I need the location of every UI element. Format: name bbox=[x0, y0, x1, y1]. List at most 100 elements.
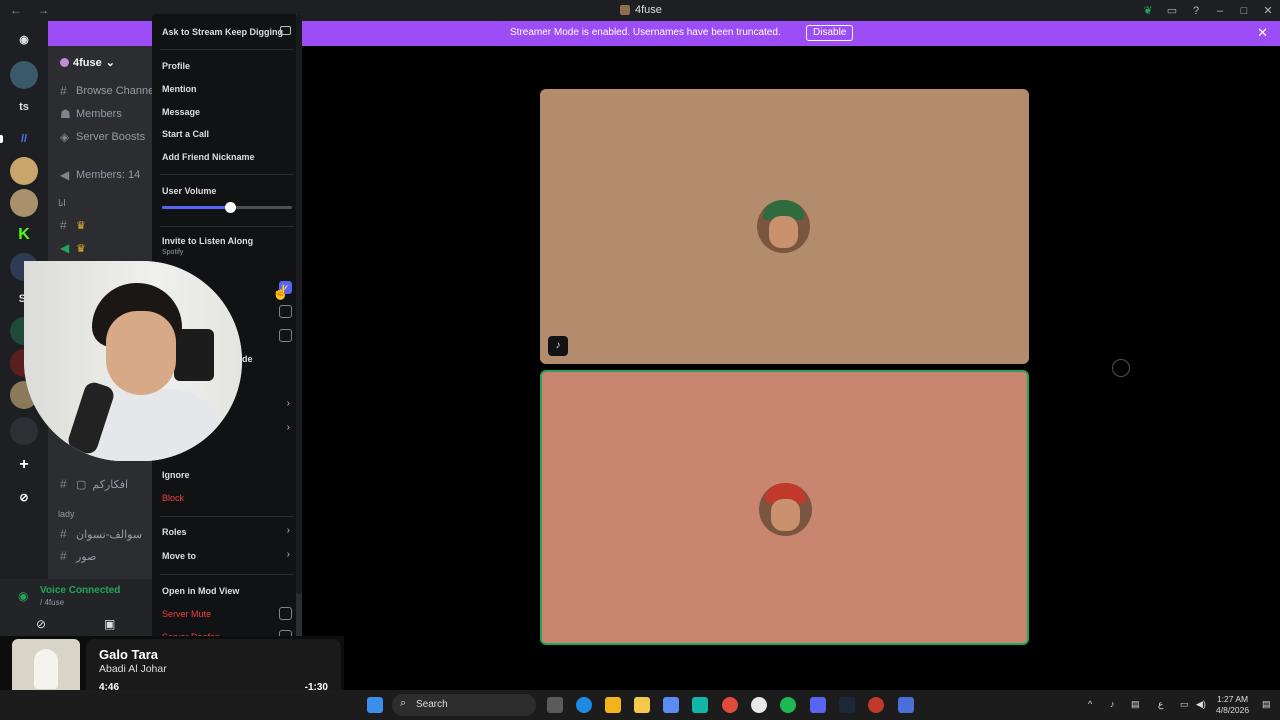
browse-channels[interactable]: # Browse Channels bbox=[60, 84, 162, 98]
maximize-icon[interactable]: □ bbox=[1232, 5, 1256, 17]
discord-icon[interactable] bbox=[810, 697, 826, 713]
hash-icon: # bbox=[60, 477, 67, 491]
explore-icon[interactable]: ⊘ bbox=[10, 483, 38, 511]
mod-view-item[interactable]: Open in Mod View bbox=[162, 586, 239, 596]
search-icon: ⌕ bbox=[400, 697, 407, 709]
server-icon-gold[interactable] bbox=[10, 157, 38, 185]
server-dot-icon bbox=[60, 58, 69, 67]
mouse-cursor-icon: ☝ bbox=[272, 284, 290, 300]
server-ts[interactable]: ts bbox=[10, 93, 38, 121]
move-to-item[interactable]: Move to bbox=[162, 551, 196, 561]
profile-item[interactable]: Profile bbox=[162, 61, 190, 71]
inbox-icon[interactable]: ▭ bbox=[1160, 4, 1184, 17]
notification-icon[interactable]: ▤ bbox=[1262, 699, 1271, 710]
mic-muted-icon: ♪ bbox=[548, 336, 568, 356]
channel-crown-2[interactable]: ◀ ♛ bbox=[60, 241, 86, 255]
hash-icon: # bbox=[60, 218, 67, 232]
minimize-icon[interactable]: – bbox=[1208, 5, 1232, 17]
members-item[interactable]: ☗ Members bbox=[60, 107, 122, 121]
app-icon[interactable] bbox=[868, 697, 884, 713]
volume-icon[interactable]: ◀) bbox=[1196, 699, 1206, 710]
taskbar: ⌕ Search ^ ♪ ▤ ع ▭ ◀) 1:27 AM 4/8/2026 ▤ bbox=[0, 690, 1280, 720]
ask-to-stream-item[interactable]: Ask to Stream Keep Digging bbox=[162, 27, 283, 37]
stream-icon bbox=[280, 26, 291, 35]
start-call-item[interactable]: Start a Call bbox=[162, 129, 209, 139]
clock[interactable]: 1:27 AM 4/8/2026 bbox=[1216, 694, 1249, 716]
crown-icon: ♛ bbox=[76, 242, 86, 255]
server-mute-checkbox[interactable] bbox=[279, 607, 292, 620]
edge-icon[interactable] bbox=[576, 697, 592, 713]
user-volume-label: User Volume bbox=[162, 186, 217, 196]
speaker-icon: ◀ bbox=[60, 168, 70, 182]
camera-off-icon[interactable]: ⊘ bbox=[36, 617, 46, 631]
obs-icon[interactable] bbox=[751, 697, 767, 713]
channel-item[interactable]: # سوالف-نسوان bbox=[60, 527, 142, 541]
webcam-overlay bbox=[24, 261, 242, 461]
network-icon[interactable]: ▭ bbox=[1180, 699, 1189, 710]
checkbox[interactable] bbox=[279, 305, 292, 318]
close-icon[interactable]: ✕ bbox=[1257, 25, 1268, 41]
server-boosts-item[interactable]: ◈ Server Boosts bbox=[60, 130, 145, 144]
app-r-icon[interactable] bbox=[605, 697, 621, 713]
spotify-icon[interactable] bbox=[780, 697, 796, 713]
server-mute-item[interactable]: Server Mute bbox=[162, 609, 211, 619]
signal-icon[interactable]: ◉ bbox=[18, 589, 28, 603]
menu-item-partial[interactable]: de bbox=[242, 354, 253, 364]
nav-buttons[interactable]: ← → bbox=[10, 3, 55, 17]
video-tile[interactable]: ♪ bbox=[540, 89, 1029, 364]
chrome-icon[interactable] bbox=[722, 697, 738, 713]
ignore-item[interactable]: Ignore bbox=[162, 470, 190, 480]
chevron-right-icon: › bbox=[286, 398, 290, 409]
capcut-icon[interactable] bbox=[692, 697, 708, 713]
chevron-down-icon: ⌄ bbox=[105, 57, 115, 69]
copilot-icon[interactable] bbox=[663, 697, 679, 713]
screen-share-icon[interactable]: ▣ bbox=[104, 617, 115, 631]
leaf-icon[interactable]: ❦ bbox=[1136, 4, 1160, 17]
category-label[interactable]: lady bbox=[58, 509, 75, 519]
chevron-right-icon: › bbox=[286, 549, 290, 560]
speaker-icon: ◀ bbox=[60, 241, 70, 255]
taskbar-search[interactable]: ⌕ Search bbox=[392, 694, 536, 716]
steam-icon[interactable] bbox=[839, 697, 855, 713]
task-view-icon[interactable] bbox=[547, 697, 563, 713]
window-title: 4fuse bbox=[620, 4, 662, 16]
channel-item[interactable]: # صور bbox=[60, 549, 96, 563]
add-nickname-item[interactable]: Add Friend Nickname bbox=[162, 152, 255, 162]
hash-icon: # bbox=[60, 549, 67, 563]
roles-item[interactable]: Roles bbox=[162, 527, 187, 537]
hash-icon: # bbox=[60, 84, 67, 98]
server-icon-blue[interactable]: // bbox=[10, 125, 38, 153]
mic-icon[interactable]: ♪ bbox=[1110, 699, 1115, 709]
video-tile-speaking[interactable] bbox=[540, 370, 1029, 645]
block-item[interactable]: Block bbox=[162, 493, 184, 503]
windows-start-icon[interactable] bbox=[367, 697, 383, 713]
close-window-icon[interactable]: ✕ bbox=[1256, 4, 1280, 17]
help-icon[interactable]: ? bbox=[1184, 5, 1208, 17]
member-count-item[interactable]: ◀ Members: 14 bbox=[60, 168, 140, 182]
invite-listen-item[interactable]: Invite to Listen Along Spotify bbox=[162, 236, 253, 256]
checkbox[interactable] bbox=[279, 329, 292, 342]
app-icon-blue[interactable] bbox=[898, 697, 914, 713]
hash-icon: # bbox=[60, 527, 67, 541]
crown-icon: ♛ bbox=[76, 219, 86, 232]
keyboard-icon[interactable]: ▤ bbox=[1131, 699, 1140, 710]
mention-item[interactable]: Mention bbox=[162, 84, 197, 94]
file-explorer-icon[interactable] bbox=[634, 697, 650, 713]
loading-icon bbox=[1112, 359, 1130, 377]
server-header[interactable]: 4fuse ⌄ bbox=[60, 56, 115, 69]
disable-button[interactable]: Disable bbox=[806, 25, 854, 41]
menu-scrollbar[interactable] bbox=[296, 14, 302, 640]
channel-crown-1[interactable]: # ♛ bbox=[60, 218, 86, 232]
channel-item[interactable]: # ▢ افكاركم bbox=[60, 477, 128, 491]
user-volume-handle[interactable] bbox=[224, 202, 236, 213]
discord-home-icon[interactable]: ◉ bbox=[10, 25, 38, 53]
category-label[interactable]: انا bbox=[58, 198, 66, 209]
message-item[interactable]: Message bbox=[162, 107, 200, 117]
language-indicator[interactable]: ع bbox=[1158, 699, 1163, 710]
user-volume-fill bbox=[162, 206, 230, 209]
tray-chevron-icon[interactable]: ^ bbox=[1088, 699, 1092, 709]
server-avatar[interactable] bbox=[10, 61, 38, 89]
server-icon-kick[interactable]: K bbox=[10, 221, 38, 249]
note-icon: ▢ bbox=[76, 478, 87, 491]
server-icon-globe[interactable] bbox=[10, 189, 38, 217]
